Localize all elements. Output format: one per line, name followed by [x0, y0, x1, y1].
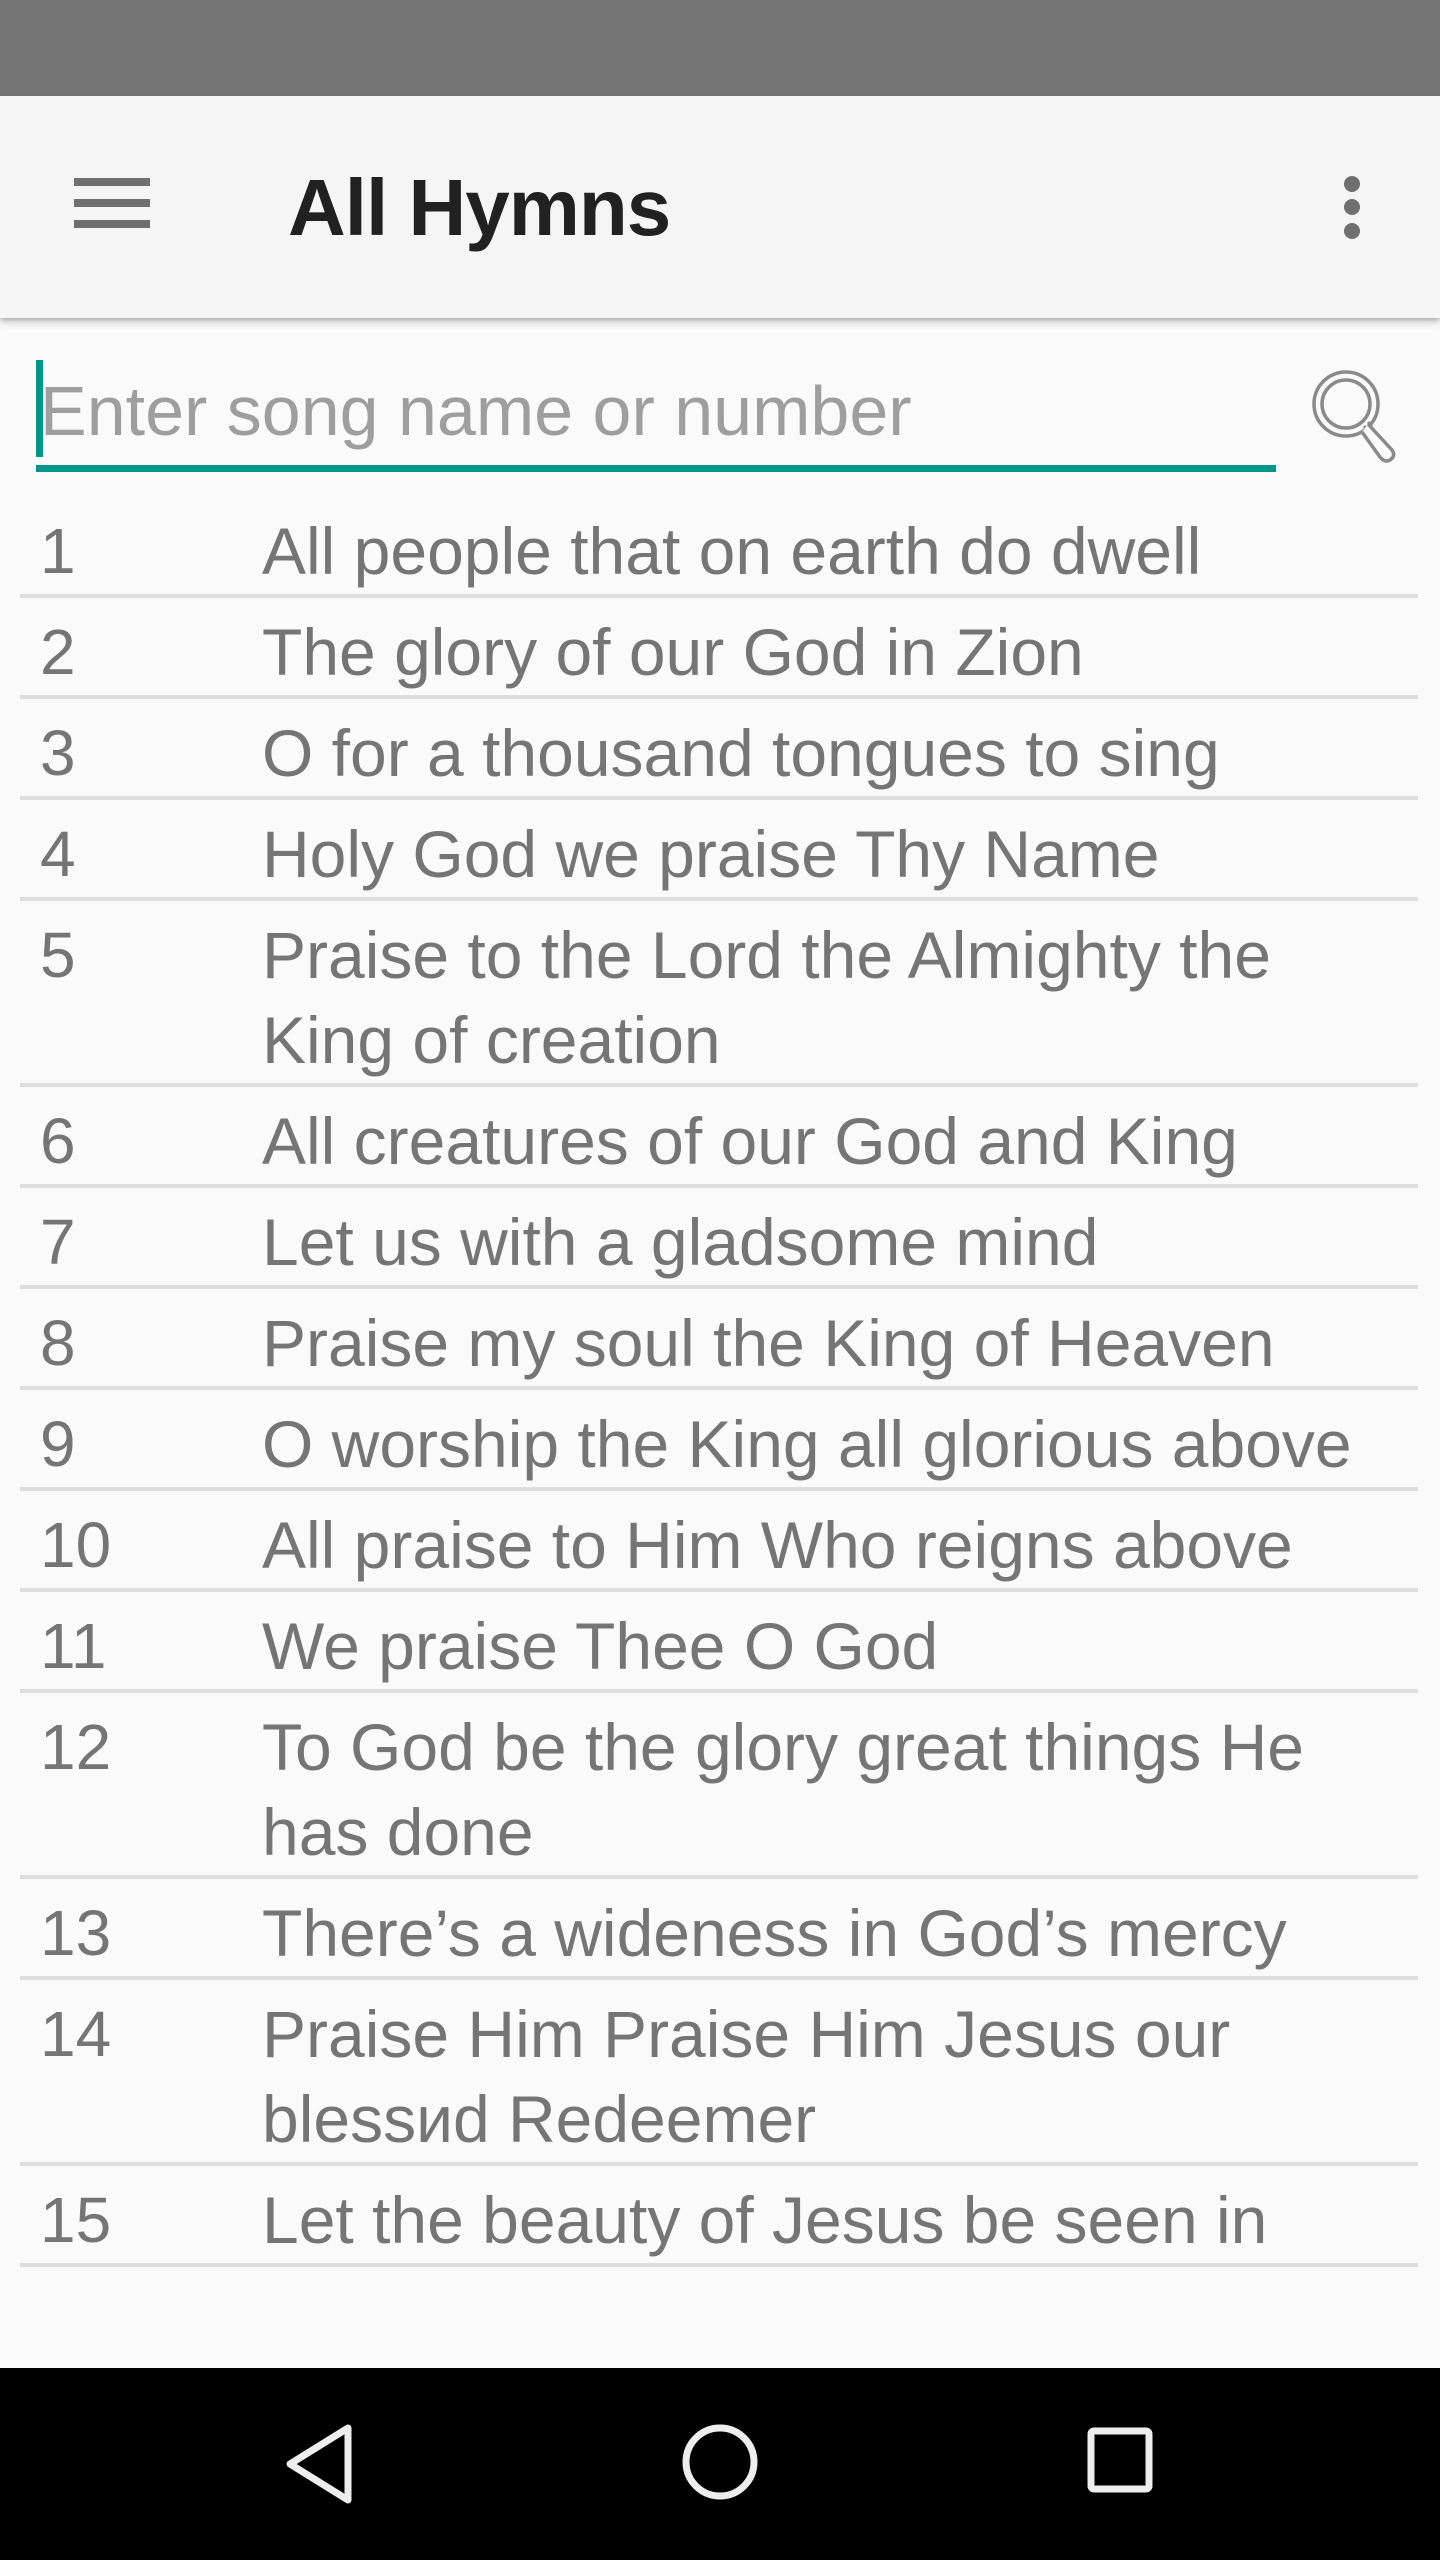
- status-bar: [0, 0, 1440, 96]
- system-navigation-bar: [0, 2368, 1440, 2560]
- hymn-number: 4: [40, 818, 76, 890]
- hymn-title: Praise my soul the King of Heaven: [262, 1306, 1275, 1380]
- hymn-list-item[interactable]: 15 Let the beauty of Jesus be seen in: [20, 2166, 1418, 2267]
- hymn-number: 3: [40, 717, 76, 789]
- hymn-title: Praise to the Lord the Almighty the King…: [262, 918, 1271, 1077]
- hymn-list[interactable]: 1 All people that on earth do dwell 2 The g…: [0, 497, 1440, 2305]
- text-cursor: [36, 360, 43, 457]
- hymn-title: Let the beauty of Jesus be seen in: [262, 2183, 1268, 2257]
- hymn-title: O worship the King all glorious above: [262, 1407, 1352, 1481]
- hymn-title: All people that on earth do dwell: [262, 514, 1202, 588]
- menu-button[interactable]: [50, 156, 174, 256]
- hymn-list-item[interactable]: 4 Holy God we praise Thy Name: [20, 800, 1418, 901]
- hymn-list-item[interactable]: 8 Praise my soul the King of Heaven: [20, 1289, 1418, 1390]
- overflow-menu-button[interactable]: [1310, 156, 1394, 256]
- hymn-number: 2: [40, 616, 76, 688]
- home-button[interactable]: [660, 2404, 780, 2524]
- hymn-list-item[interactable]: 9 O worship the King all glorious above: [20, 1390, 1418, 1491]
- hymn-list-item[interactable]: 14 Praise Him Praise Him Jesus our blessи…: [20, 1980, 1418, 2166]
- hymn-number: 7: [40, 1206, 76, 1278]
- hymn-list-item[interactable]: 2 The glory of our God in Zion: [20, 598, 1418, 699]
- hymn-number: 12: [40, 1711, 112, 1783]
- hymn-title: The glory of our God in Zion: [262, 615, 1084, 689]
- search-field[interactable]: [36, 358, 1276, 474]
- hymn-title: All creatures of our God and King: [262, 1104, 1238, 1178]
- hymn-title: There’s a wideness in God’s mercy: [262, 1896, 1287, 1970]
- search-bar: [0, 318, 1440, 488]
- recents-button[interactable]: [1060, 2404, 1180, 2524]
- hymn-number: 10: [40, 1509, 112, 1581]
- hymn-list-item[interactable]: 6 All creatures of our God and King: [20, 1087, 1418, 1188]
- hymn-number: 1: [40, 515, 76, 587]
- hymn-title: To God be the glory great things He has …: [262, 1710, 1304, 1869]
- hymn-list-item[interactable]: 5 Praise to the Lord the Almighty the Kin…: [20, 901, 1418, 1087]
- app-toolbar: All Hymns: [0, 96, 1440, 318]
- hymn-list-item[interactable]: 3 O for a thousand tongues to sing: [20, 699, 1418, 800]
- search-icon: [1312, 370, 1396, 463]
- hymn-list-item[interactable]: 7 Let us with a gladsome mind: [20, 1188, 1418, 1289]
- hymn-list-item[interactable]: 12 To God be the glory great things He ha…: [20, 1693, 1418, 1879]
- hymn-number: 8: [40, 1307, 76, 1379]
- search-underline: [36, 465, 1276, 472]
- back-triangle-icon: [286, 2424, 352, 2504]
- recents-square-icon: [1087, 2427, 1153, 2493]
- hymn-number: 6: [40, 1105, 76, 1177]
- hymn-number: 11: [40, 1610, 107, 1682]
- hymn-list-item[interactable]: 1 All people that on earth do dwell: [20, 497, 1418, 598]
- home-circle-icon: [682, 2424, 758, 2500]
- hymn-title: Praise Him Praise Him Jesus our blessиd …: [262, 1997, 1231, 2156]
- page-title: All Hymns: [288, 163, 671, 252]
- back-button[interactable]: [260, 2404, 380, 2524]
- hymn-number: 13: [40, 1897, 112, 1969]
- hymn-title: O for a thousand tongues to sing: [262, 716, 1220, 790]
- search-input[interactable]: [36, 358, 1276, 464]
- hymn-number: 14: [40, 1998, 112, 2070]
- hymn-list-item[interactable]: 11 We praise Thee O God: [20, 1592, 1418, 1693]
- hymn-list-item[interactable]: 10 All praise to Him Who reigns above: [20, 1491, 1418, 1592]
- hymn-number: 9: [40, 1408, 76, 1480]
- hymn-title: Let us with a gladsome mind: [262, 1205, 1099, 1279]
- hymn-list-item[interactable]: 13 There’s a wideness in God’s mercy: [20, 1879, 1418, 1980]
- hymn-title: All praise to Him Who reigns above: [262, 1508, 1293, 1582]
- hymn-title: Holy God we praise Thy Name: [262, 817, 1160, 891]
- search-button[interactable]: [1300, 360, 1412, 472]
- hymn-number: 15: [40, 2184, 112, 2256]
- hymn-title: We praise Thee O God: [262, 1609, 939, 1683]
- hymn-number: 5: [40, 919, 76, 991]
